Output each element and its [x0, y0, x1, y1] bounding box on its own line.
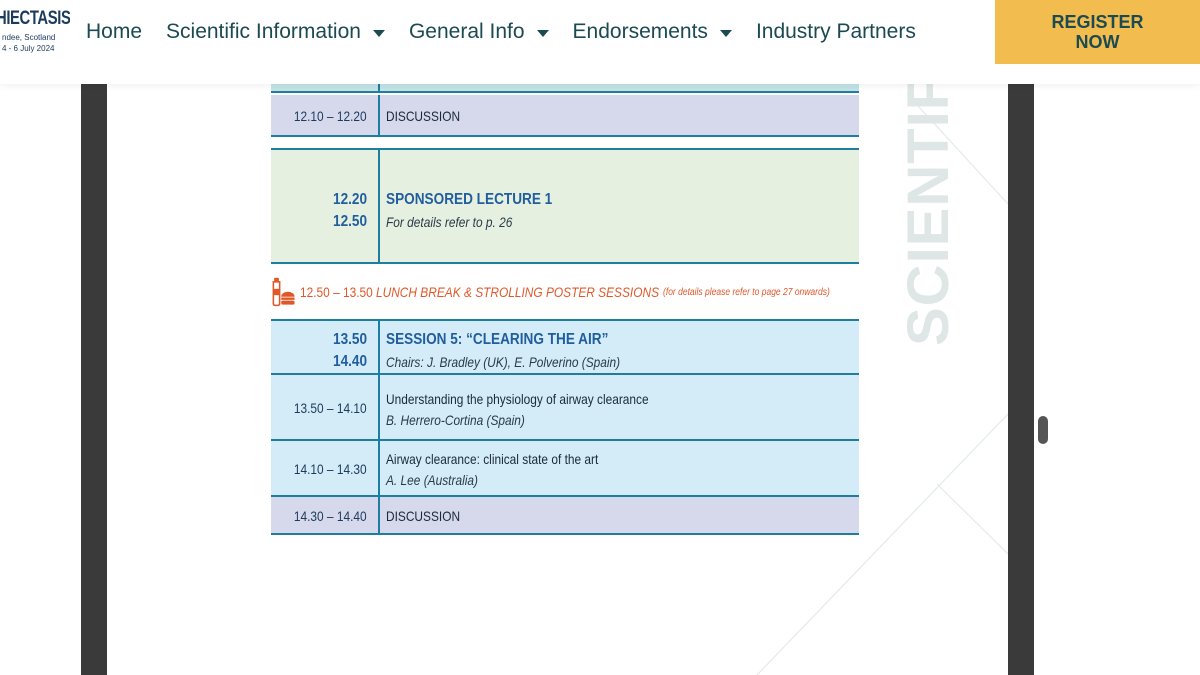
nav-label: Scientific Information [166, 20, 361, 43]
row-chairs: Chairs: J. Bradley (UK), E. Polverino (S… [386, 354, 621, 370]
document-page: SCIENTIFIC P 12.10 – 12.20 DISCUSSION 12… [107, 84, 1008, 675]
row-start-time: 13.50 [332, 331, 367, 348]
nav-label: Industry Partners [755, 20, 916, 43]
table-row-previous [271, 84, 859, 93]
nav-label: General Info [408, 20, 525, 43]
nav-item-scientific-information[interactable]: Scientific Information [166, 20, 385, 44]
row-end-time: 14.40 [332, 353, 367, 370]
main-nav: Home Scientific Information General Info… [86, 0, 940, 64]
table-row-talk-2: 14.10 – 14.30 Airway clearance: clinical… [271, 441, 859, 497]
site-logo[interactable]: HIECTASIS ndee, Scotland 4 - 6 July 2024 [0, 6, 70, 66]
row-time: 14.10 – 14.30 [294, 461, 367, 477]
row-speaker: B. Herrero-Cortina (Spain) [386, 412, 525, 428]
row-note: For details refer to p. 26 [386, 214, 513, 230]
caret-down-icon [719, 29, 732, 37]
row-time: 12.10 – 12.20 [294, 108, 367, 124]
register-label-line2: NOW [1075, 32, 1120, 52]
scientific-programme-watermark: SCIENTIFIC P [867, 84, 987, 374]
nav-label: Endorsements [572, 20, 708, 43]
lunch-break-row: 12.50 – 13.50 LUNCH BREAK & STROLLING PO… [271, 270, 859, 314]
row-start-time: 12.20 [332, 191, 367, 208]
nav-item-endorsements[interactable]: Endorsements [573, 20, 732, 44]
register-now-button[interactable]: REGISTER NOW [995, 0, 1200, 64]
lunch-time: 12.50 – 13.50 [300, 284, 373, 300]
nav-item-industry-partners[interactable]: Industry Partners [756, 20, 916, 44]
row-title: SPONSORED LECTURE 1 [386, 191, 553, 208]
nav-label: Home [86, 20, 143, 43]
table-row-talk-1: 13.50 – 14.10 Understanding the physiolo… [271, 375, 859, 441]
table-row-discussion-2: 14.30 – 14.40 DISCUSSION [271, 497, 859, 535]
row-title: SESSION 5: “CLEARING THE AIR” [386, 331, 609, 348]
lunch-note: (for details please refer to page 27 onw… [662, 286, 830, 298]
caret-down-icon [536, 29, 549, 37]
watermark-text: SCIENTIFIC P [896, 84, 961, 346]
row-end-time: 12.50 [332, 213, 367, 230]
table-row-discussion-1: 12.10 – 12.20 DISCUSSION [271, 95, 859, 137]
scrollbar-thumb[interactable] [1038, 416, 1048, 444]
row-speaker: A. Lee (Australia) [386, 472, 478, 488]
row-title: DISCUSSION [386, 108, 461, 124]
viewer-right-margin [1008, 84, 1034, 675]
caret-down-icon [372, 29, 385, 37]
row-title: Airway clearance: clinical state of the … [386, 451, 599, 467]
table-row-session-5: 13.50 14.40 SESSION 5: “CLEARING THE AIR… [271, 319, 859, 375]
register-label-line1: REGISTER [1051, 12, 1144, 32]
logo-location: ndee, Scotland [2, 33, 56, 42]
table-row-sponsored-lecture: 12.20 12.50 SPONSORED LECTURE 1 For deta… [271, 148, 859, 264]
row-time: 13.50 – 14.10 [294, 400, 367, 416]
nav-item-general-info[interactable]: General Info [409, 20, 549, 44]
row-title: Understanding the physiology of airway c… [386, 391, 649, 407]
row-time: 14.30 – 14.40 [294, 508, 367, 524]
site-header: HIECTASIS ndee, Scotland 4 - 6 July 2024… [0, 0, 1200, 84]
nav-item-home[interactable]: Home [86, 20, 142, 44]
food-drink-icon [272, 277, 295, 307]
logo-dates: 4 - 6 July 2024 [2, 44, 55, 53]
lunch-title: LUNCH BREAK & STROLLING POSTER SESSIONS [375, 284, 659, 300]
row-title: DISCUSSION [386, 508, 461, 524]
logo-title: HIECTASIS [0, 8, 70, 29]
viewer-left-margin [81, 84, 107, 675]
